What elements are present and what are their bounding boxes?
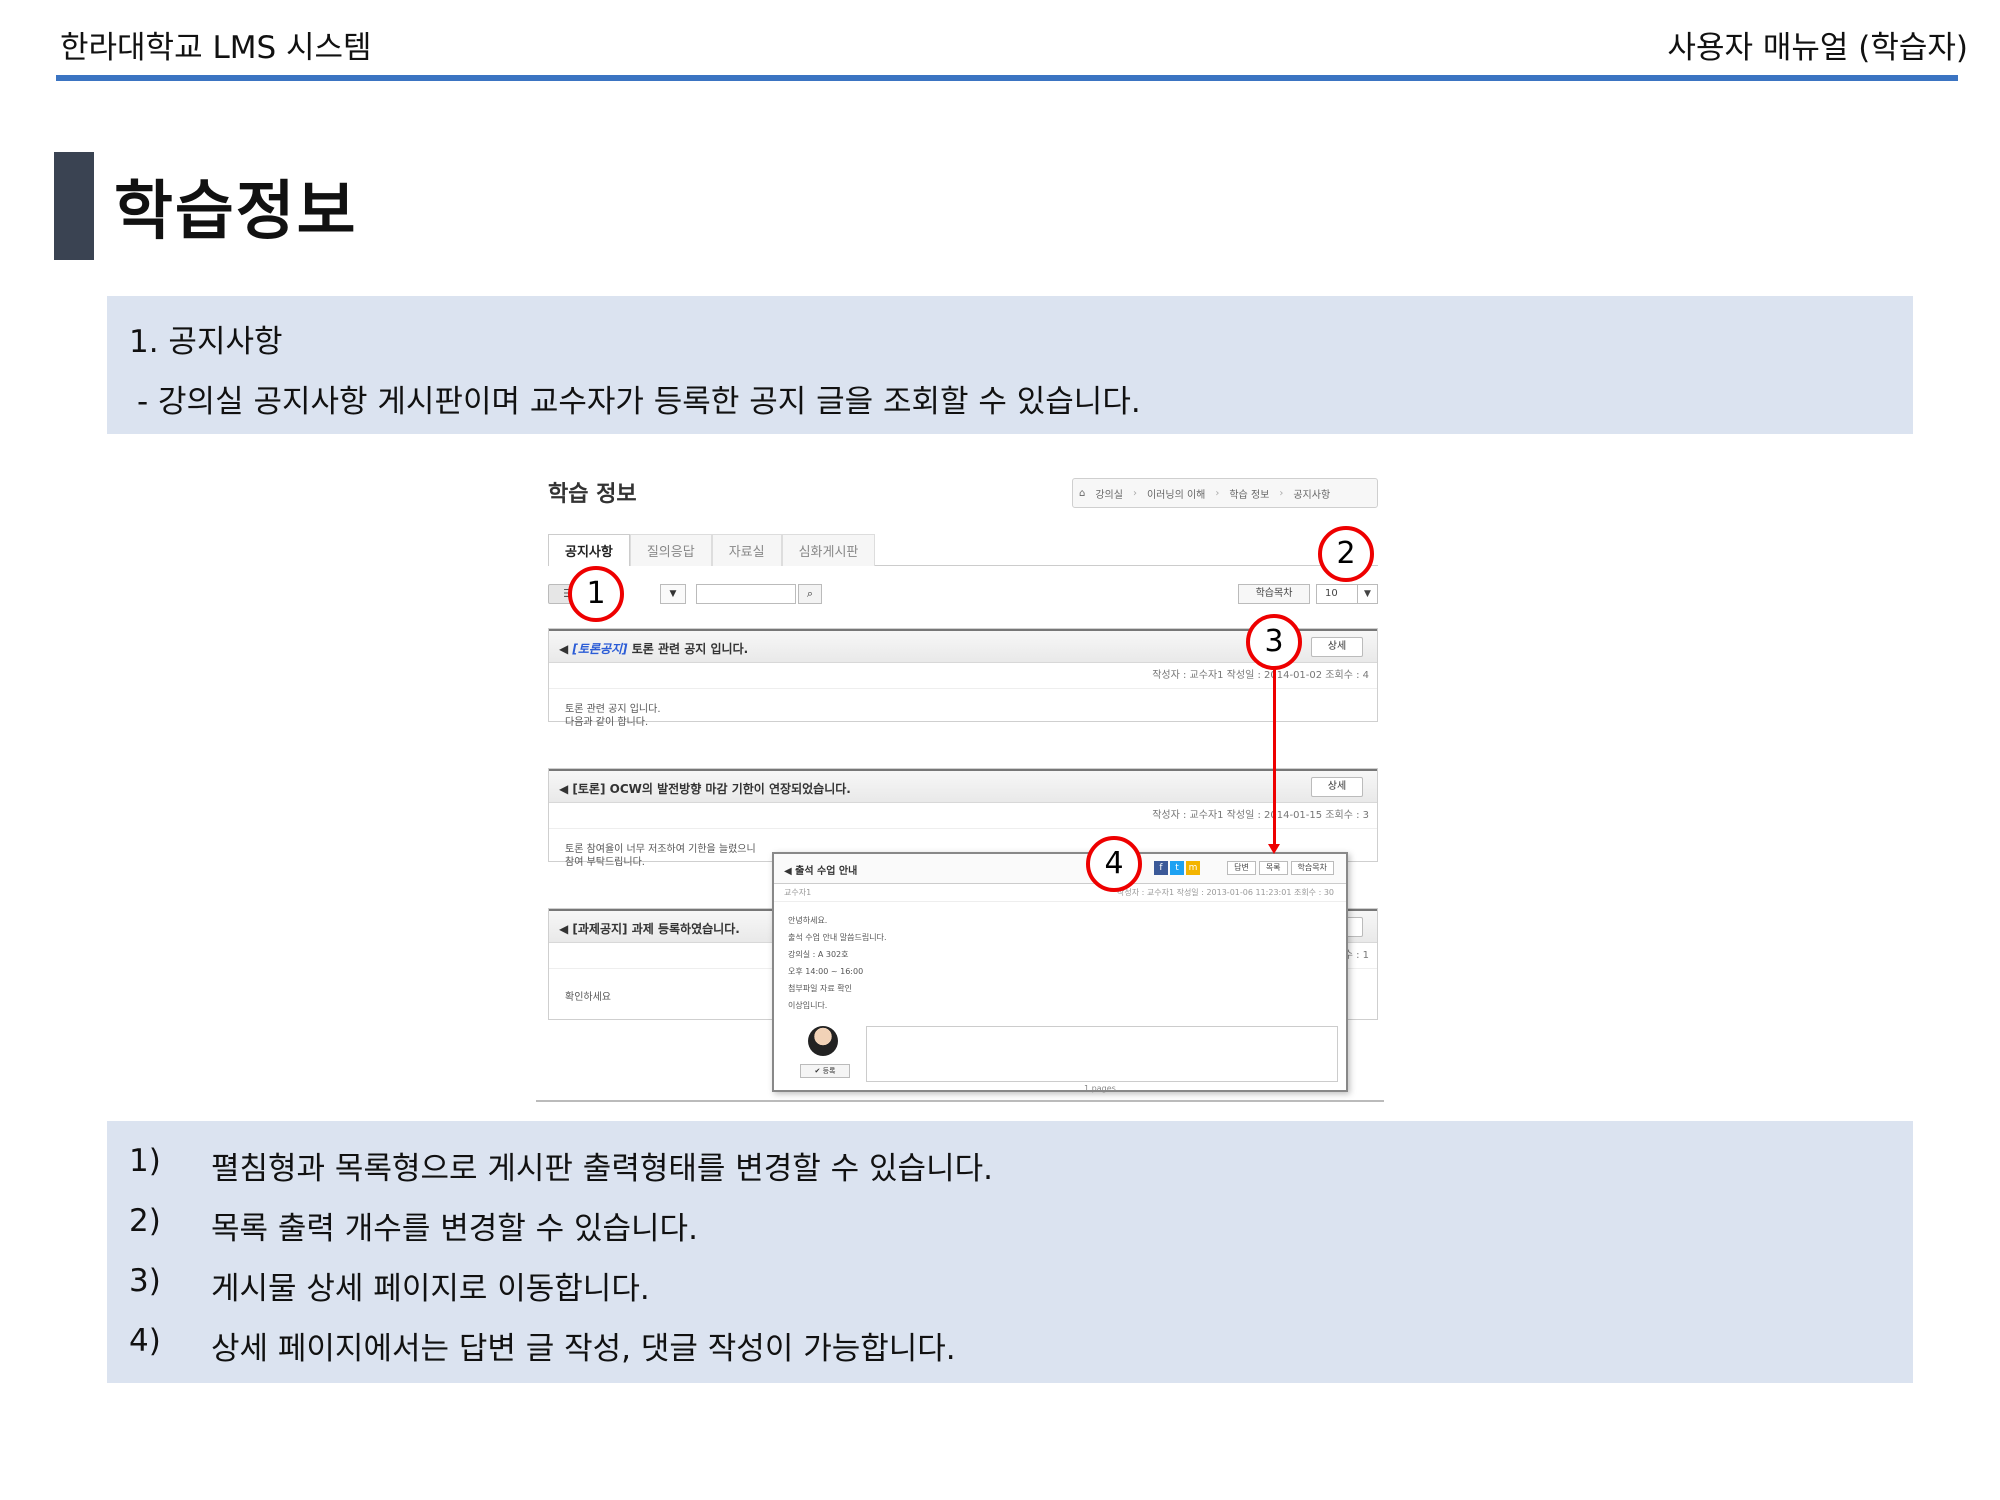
search-icon[interactable]: ⌕ [798,584,822,604]
page-title: 학습정보 [114,175,358,249]
board-toolbar: ☰ ▼ ⌕ 학습목차 10 ▼ [548,584,1378,606]
popup-author: 교수자1 [784,888,812,897]
callout-3: 3 [1246,614,1302,670]
table-of-contents-button[interactable]: 학습목차 [1238,584,1310,604]
callout-2: 2 [1318,526,1374,582]
social-share: f t m [1154,861,1200,875]
connector-arrowhead [1268,844,1280,854]
steps-box: 1) 펼침형과 목록형으로 게시판 출력형태를 변경할 수 있습니다. 2) 목… [107,1121,1913,1383]
breadcrumb-item[interactable]: 이러닝의 이해 [1147,486,1205,501]
speaker-icon: ◀ [784,866,796,877]
post-title[interactable]: ◀ [토론공지] 토론 관련 공지 입니다. [559,640,748,657]
breadcrumb: ⌂ 강의실 › 이러닝의 이해 › 학습 정보 › 공지사항 [1072,478,1378,508]
popup-meta-info: 작성자 : 교수자1 작성일 : 2013-01-06 11:23:01 조회수… [1117,888,1334,897]
home-icon[interactable]: ⌂ [1079,488,1085,499]
post-meta: 작성자 : 교수자1 작성일 : 2014-01-02 조회수 : 4 [549,663,1377,689]
post-title-text: 토론 관련 공지 입니다. [627,642,749,656]
post-meta: 작성자 : 교수자1 작성일 : 2014-01-15 조회수 : 3 [549,803,1377,829]
post-detail-button[interactable]: 상세 [1311,637,1363,657]
tab-notice[interactable]: 공지사항 [548,534,630,566]
reply-button[interactable]: 답변 [1227,861,1256,875]
pagination-label: 1 pages [1084,1084,1116,1093]
step-text: 상세 페이지에서는 답변 글 작성, 댓글 작성이 가능합니다. [211,1331,956,1367]
post-body: 토론 관련 공지 입니다. 다음과 같이 합니다. [549,689,1377,743]
search-field-dropdown[interactable]: ▼ [660,584,686,604]
list-button[interactable]: 목록 [1258,861,1288,875]
chevron-down-icon: ▼ [1357,585,1377,603]
step-text: 펼침형과 목록형으로 게시판 출력형태를 변경할 수 있습니다. [211,1151,993,1187]
popup-body-line: 이상입니다. [788,1001,828,1010]
document-header: 한라대학교 LMS 시스템 사용자 매뉴얼 (학습자) [56,22,1968,82]
step-text: 게시물 상세 페이지로 이동합니다. [211,1271,650,1307]
megaphone-icon: ◀ [559,922,573,936]
intro-box: 1. 공지사항 - 강의실 공지사항 게시판이며 교수자가 등록한 공지 글을 … [107,296,1913,434]
breadcrumb-item[interactable]: 공지사항 [1293,486,1330,501]
table-of-contents-button[interactable]: 학습목차 [1290,861,1334,875]
screenshot-title: 학습 정보 [548,482,637,507]
post-title[interactable]: ◀ [과제공지] 과제 등록하였습니다. [559,920,740,937]
popup-body-line: 강의실 : A 302호 [788,950,849,959]
step-number: 4) [129,1323,161,1359]
breadcrumb-separator: › [1215,487,1220,499]
post-body-line: 토론 관련 공지 입니다. [565,704,661,715]
post-item: ◀ [토론] OCW의 발전방향 마감 기한이 연장되었습니다. 상세 작성자 … [548,768,1378,868]
search-input[interactable] [696,584,796,604]
step-number: 2) [129,1203,161,1239]
detail-popup: ◀ 출석 수업 안내 f t m 답변 목록 학습목차 교수자1 작성자 : 교… [772,852,1348,1092]
popup-body-line: 출석 수업 안내 말씀드립니다. [788,933,887,942]
header-manual-name: 사용자 매뉴얼 (학습자) [1667,30,1968,66]
tab-advanced-board[interactable]: 심화게시판 [781,534,876,566]
popup-title: ◀ 출석 수업 안내 [784,862,857,877]
popup-body-line: 안녕하세요. [788,916,828,925]
me2day-icon[interactable]: m [1186,861,1200,875]
intro-heading: 1. 공지사항 [129,324,283,360]
section-title-bar [54,152,94,260]
megaphone-icon: ◀ [559,782,573,796]
comment-input[interactable] [866,1026,1338,1082]
popup-buttons: 답변 목록 학습목차 [1227,861,1334,875]
popup-body-line: 오후 14:00 ~ 16:00 [788,967,864,976]
embedded-screenshot: 학습 정보 ⌂ 강의실 › 이러닝의 이해 › 학습 정보 › 공지사항 공지사… [536,456,1384,1102]
intro-description: - 강의실 공지사항 게시판이며 교수자가 등록한 공지 글을 조회할 수 있습… [137,384,1141,420]
tab-qna[interactable]: 질의응답 [629,534,712,566]
header-rule [56,75,1958,81]
callout-4: 4 [1086,836,1142,892]
connector-line [1273,664,1276,846]
popup-meta: 교수자1 작성자 : 교수자1 작성일 : 2013-01-06 11:23:0… [774,884,1346,902]
list-count-value: 10 [1325,588,1338,599]
breadcrumb-separator: › [1279,487,1284,499]
popup-title-text: 출석 수업 안내 [795,866,858,877]
step-number: 3) [129,1263,161,1299]
megaphone-icon: ◀ [559,642,573,656]
post-title-text: [과제공지] 과제 등록하였습니다. [572,922,740,936]
twitter-icon[interactable]: t [1170,861,1184,875]
avatar [808,1026,838,1056]
facebook-icon[interactable]: f [1154,861,1168,875]
breadcrumb-item[interactable]: 학습 정보 [1229,486,1269,501]
post-header: ◀ [토론] OCW의 발전방향 마감 기한이 연장되었습니다. 상세 [549,769,1377,803]
popup-body-line: 첨부파일 자료 확인 [788,984,852,993]
post-detail-button[interactable]: 상세 [1311,777,1363,797]
step-number: 1) [129,1143,161,1179]
popup-body: 안녕하세요. 출석 수업 안내 말씀드립니다. 강의실 : A 302호 오후 … [774,902,1346,1024]
board-tabs: 공지사항 질의응답 자료실 심화게시판 [548,534,1378,566]
header-system-name: 한라대학교 LMS 시스템 [60,30,372,66]
breadcrumb-separator: › [1132,487,1137,499]
list-count-select[interactable]: 10 ▼ [1316,584,1378,604]
post-tag: [토론공지] [572,642,628,656]
popup-header: ◀ 출석 수업 안내 f t m 답변 목록 학습목차 [774,854,1346,884]
post-title-text: [토론] OCW의 발전방향 마감 기한이 연장되었습니다. [572,782,851,796]
comment-register-button[interactable]: ✔ 등록 [800,1064,850,1078]
callout-1: 1 [568,566,624,622]
step-text: 목록 출력 개수를 변경할 수 있습니다. [211,1211,698,1247]
post-body-line: 다음과 같이 합니다. [565,717,649,728]
breadcrumb-item[interactable]: 강의실 [1095,486,1123,501]
tab-resources[interactable]: 자료실 [711,534,782,566]
post-title[interactable]: ◀ [토론] OCW의 발전방향 마감 기한이 연장되었습니다. [559,780,851,797]
